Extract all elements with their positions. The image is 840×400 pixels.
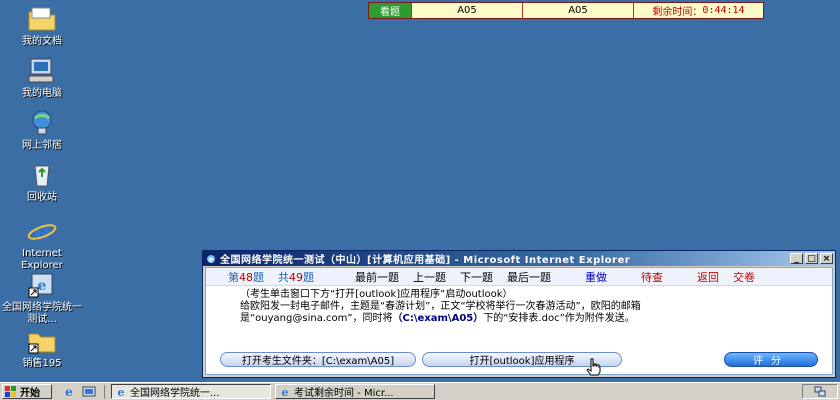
question-code-b: A05 — [523, 3, 634, 18]
action-row: 打开考生文件夹：[C:\exam\A05] 打开[outlook]应用程序 评分 — [220, 351, 818, 368]
exam-content: 第48题 共49题 最前一题 上一题 下一题 最后一题 重做 待查 返回 交卷 … — [205, 267, 833, 375]
desktop-icon-my-computer[interactable]: 我的电脑 — [0, 56, 84, 100]
window-titlebar[interactable]: e 全国网络学院统一测试（中山）[计算机应用基础] - Microsoft In… — [203, 251, 835, 266]
next-question-link[interactable]: 下一题 — [453, 269, 500, 285]
redo-link[interactable]: 重做 — [578, 269, 614, 285]
question-line-1: （考生单击窗口下方“打开[outlook]应用程序”启动outlook） — [240, 289, 513, 300]
system-tray — [802, 384, 838, 399]
close-button[interactable]: × — [820, 253, 833, 264]
taskbar: 开始 e e 全国网络学院统一... e 考试剩余时间 - Micr... — [0, 382, 840, 400]
ie-quicklaunch-icon[interactable]: e — [62, 385, 76, 398]
exam-window: e 全国网络学院统一测试（中山）[计算机应用基础] - Microsoft In… — [202, 250, 836, 378]
submit-link[interactable]: 交卷 — [726, 269, 762, 285]
desktop-icon-label: Internet Explorer — [21, 248, 63, 271]
svg-text:e: e — [34, 217, 51, 246]
folder-shortcut-icon — [28, 333, 56, 354]
desktop-icon-my-documents[interactable]: 我的文档 — [0, 4, 84, 48]
desktop-icon-label: 我的文档 — [22, 36, 62, 47]
desktop-icon-label: 销售195 — [22, 358, 62, 369]
desktop-icon-label: 全国网络学院统一测试... — [2, 302, 82, 325]
show-desktop-icon[interactable] — [82, 385, 96, 398]
svg-text:e: e — [208, 255, 214, 264]
question-line-3: 是“ouyang@sina.com”，同时将（C:\exam\A05）下的“安排… — [240, 313, 635, 324]
svg-text:e: e — [118, 386, 125, 398]
desktop-icon-label: 回收站 — [27, 192, 57, 203]
desktop-icon-network[interactable]: 网上邻居 — [0, 108, 84, 152]
network-tray-icon[interactable] — [814, 386, 826, 397]
network-icon — [32, 110, 52, 135]
windows-logo-icon — [5, 386, 16, 397]
last-question-link[interactable]: 最后一题 — [500, 269, 558, 285]
question-nav: 第48题 共49题 最前一题 上一题 下一题 最后一题 重做 待查 返回 交卷 — [206, 268, 832, 286]
prev-question-link[interactable]: 上一题 — [406, 269, 453, 285]
quick-launch: e — [62, 384, 105, 399]
desktop-icon-label: 网上邻居 — [22, 140, 62, 151]
exam-path: （C:\exam\A05） — [392, 313, 484, 324]
ie-icon: e — [118, 386, 125, 398]
desktop-icon-recycle-bin[interactable]: 回收站 — [0, 160, 84, 204]
ie-icon: e — [282, 386, 289, 398]
svg-text:e: e — [282, 386, 289, 398]
internet-explorer-icon: e — [27, 217, 57, 246]
question-code-a: A05 — [412, 3, 523, 18]
taskbar-button-exam-window[interactable]: e 全国网络学院统一... — [111, 384, 271, 399]
current-question-indicator: 第48题 — [228, 270, 264, 284]
hand-cursor-icon — [586, 358, 601, 376]
open-exam-folder-button[interactable]: 打开考生文件夹：[C:\exam\A05] — [220, 352, 416, 367]
maximize-button[interactable]: □ — [805, 253, 818, 264]
svg-text:e: e — [38, 278, 47, 294]
review-link[interactable]: 待查 — [634, 269, 670, 285]
computer-icon — [28, 58, 54, 83]
score-button[interactable]: 评分 — [724, 352, 818, 367]
ie-icon: e — [207, 254, 215, 264]
question-text: （考生单击窗口下方“打开[outlook]应用程序”启动outlook） 给欧阳… — [206, 286, 832, 325]
question-line-2: 给欧阳发一封电子邮件，主题是“春游计划”，正文“学校将举行一次春游活动”，欧阳的… — [240, 301, 641, 312]
remaining-time: 剩余时间： 0:44:14 — [634, 3, 763, 18]
total-question-indicator: 共49题 — [278, 270, 314, 284]
start-button[interactable]: 开始 — [2, 384, 52, 399]
exam-status-bar: 看题 A05 A05 剩余时间： 0:44:14 — [368, 2, 764, 19]
remaining-time-label: 剩余时间： — [652, 7, 703, 18]
taskbar-button-timer-window[interactable]: e 考试剩余时间 - Micr... — [275, 384, 435, 399]
first-question-link[interactable]: 最前一题 — [348, 269, 406, 285]
start-label: 开始 — [20, 388, 40, 399]
remaining-time-value: 0:44:14 — [702, 5, 745, 16]
minimize-button[interactable]: _ — [790, 253, 803, 264]
desktop-icon-internet-explorer[interactable]: e Internet Explorer — [0, 216, 84, 272]
back-link[interactable]: 返回 — [690, 269, 726, 285]
desktop-icon-label: 我的电脑 — [22, 88, 62, 99]
shortcut-icon: e — [28, 273, 53, 298]
recycle-bin-icon — [34, 165, 50, 187]
window-title: 全国网络学院统一测试（中山）[计算机应用基础] - Microsoft Inte… — [220, 255, 631, 266]
desktop-icon-exam-shortcut[interactable]: e 全国网络学院统一测试... — [0, 270, 84, 326]
svg-text:e: e — [65, 385, 73, 398]
desktop-icon-sales-folder[interactable]: 销售195 — [0, 326, 84, 370]
folder-icon — [28, 7, 56, 31]
view-question-tab[interactable]: 看题 — [369, 3, 412, 18]
taskbar-button-label: 考试剩余时间 - Micr... — [294, 388, 394, 399]
taskbar-button-label: 全国网络学院统一... — [130, 388, 220, 399]
